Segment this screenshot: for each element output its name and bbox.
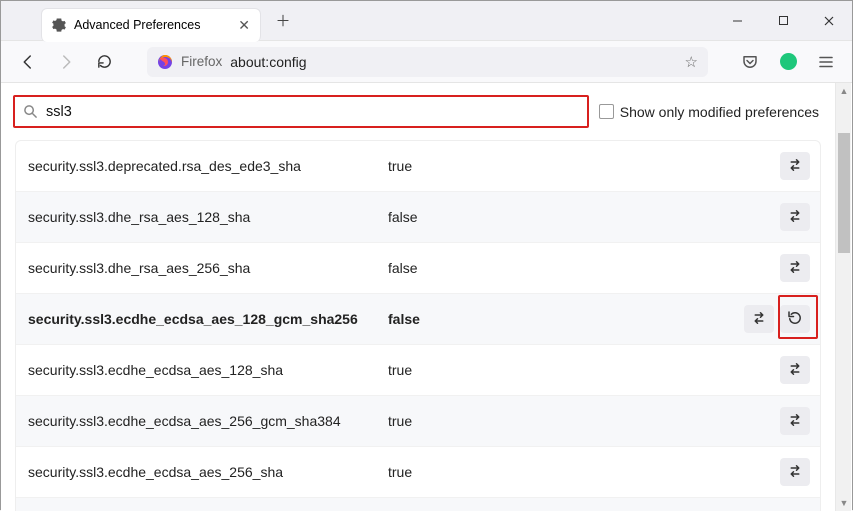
row-buttons [780,152,810,180]
gear-icon [52,18,66,32]
scroll-thumb[interactable] [838,133,850,253]
show-modified-label[interactable]: Show only modified preferences [599,104,819,120]
pref-value: true [388,158,780,174]
pref-row: security.ssl3.ecdhe_ecdsa_aes_128_shatru… [16,345,820,396]
aboutconfig-content: Show only modified preferences security.… [1,83,852,511]
reset-icon [786,309,804,330]
search-input[interactable] [46,104,579,120]
browser-tab[interactable]: Advanced Preferences ✕ [41,8,261,42]
reset-button[interactable] [780,305,810,333]
green-circle-icon [780,53,797,70]
show-modified-checkbox[interactable] [599,104,614,119]
bookmark-star-icon[interactable]: ☆ [685,53,698,71]
show-modified-text: Show only modified preferences [620,104,819,120]
pref-name: security.ssl3.ecdhe_ecdsa_aes_256_sha [28,464,388,480]
close-tab-icon[interactable]: ✕ [238,17,250,34]
toggle-button[interactable] [780,254,810,282]
toggle-button[interactable] [780,203,810,231]
row-buttons [780,254,810,282]
toggle-icon [786,411,804,432]
toggle-button[interactable] [780,152,810,180]
pref-value: false [388,260,780,276]
search-icon [23,104,38,119]
reload-button[interactable] [89,47,119,77]
minimize-button[interactable] [714,1,760,41]
toggle-button[interactable] [780,458,810,486]
toggle-icon [750,309,768,330]
pref-value: false [388,311,744,327]
address-bar[interactable]: Firefox about:config ☆ [147,47,708,77]
url-prefix: Firefox [181,54,222,69]
extension-icon[interactable] [774,48,802,76]
back-button[interactable] [13,47,43,77]
titlebar: Advanced Preferences ✕ ＋ [1,1,852,41]
toggle-button[interactable] [780,407,810,435]
pref-row: security.ssl3.ecdhe_ecdsa_chacha20_poly1… [16,498,820,511]
window-controls [714,1,852,41]
pref-row: security.ssl3.ecdhe_ecdsa_aes_128_gcm_sh… [16,294,820,345]
maximize-button[interactable] [760,1,806,41]
pref-value: true [388,464,780,480]
toggle-button[interactable] [744,305,774,333]
row-buttons [780,203,810,231]
row-buttons [780,407,810,435]
scroll-down-icon[interactable]: ▼ [836,495,852,511]
pref-name: security.ssl3.ecdhe_ecdsa_aes_128_gcm_sh… [28,311,388,327]
new-tab-button[interactable]: ＋ [269,7,297,35]
toggle-button[interactable] [780,356,810,384]
pref-name: security.ssl3.deprecated.rsa_des_ede3_sh… [28,158,388,174]
pref-name: security.ssl3.dhe_rsa_aes_256_sha [28,260,388,276]
row-buttons [744,305,810,333]
tab-title: Advanced Preferences [74,18,200,32]
firefox-logo-icon [157,54,173,70]
pref-row: security.ssl3.ecdhe_ecdsa_aes_256_shatru… [16,447,820,498]
vertical-scrollbar[interactable]: ▲ ▼ [835,83,851,511]
toggle-icon [786,207,804,228]
close-window-button[interactable] [806,1,852,41]
toolbar-right-icons [736,48,840,76]
pref-row: security.ssl3.dhe_rsa_aes_256_shafalse [16,243,820,294]
url-text: about:config [230,54,306,70]
search-box[interactable] [13,95,589,128]
toggle-icon [786,462,804,483]
pref-name: security.ssl3.dhe_rsa_aes_128_sha [28,209,388,225]
menu-button[interactable] [812,48,840,76]
row-buttons [780,356,810,384]
pref-name: security.ssl3.ecdhe_ecdsa_aes_128_sha [28,362,388,378]
pref-value: false [388,209,780,225]
pref-value: true [388,413,780,429]
toggle-icon [786,360,804,381]
toolbar: Firefox about:config ☆ [1,41,852,83]
row-buttons [780,458,810,486]
toggle-icon [786,156,804,177]
page-viewport: Show only modified preferences security.… [1,83,852,511]
pref-row: security.ssl3.ecdhe_ecdsa_aes_256_gcm_sh… [16,396,820,447]
pref-row: security.ssl3.deprecated.rsa_des_ede3_sh… [16,141,820,192]
toggle-icon [786,258,804,279]
pref-row: security.ssl3.dhe_rsa_aes_128_shafalse [16,192,820,243]
forward-button[interactable] [51,47,81,77]
preference-table: security.ssl3.deprecated.rsa_des_ede3_sh… [15,140,821,511]
scroll-up-icon[interactable]: ▲ [836,83,852,99]
search-row: Show only modified preferences [1,83,835,136]
pocket-icon[interactable] [736,48,764,76]
pref-value: true [388,362,780,378]
pref-name: security.ssl3.ecdhe_ecdsa_aes_256_gcm_sh… [28,413,388,429]
